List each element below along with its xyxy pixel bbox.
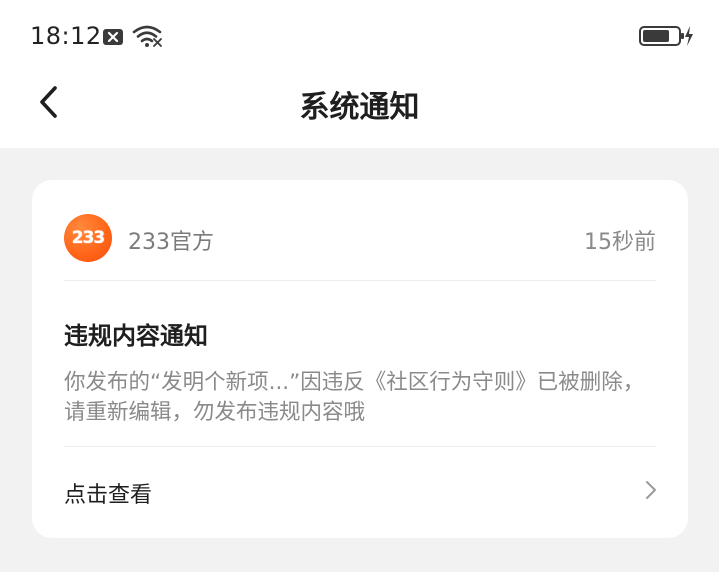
notification-card: 233 233官方 15秒前 违规内容通知 你发布的“发明个新项...”因违反《…	[32, 180, 688, 538]
notification-title: 违规内容通知	[64, 322, 208, 350]
notification-x-icon	[103, 29, 123, 45]
avatar-logo-text: 233	[71, 228, 105, 248]
notification-body: 你发布的“发明个新项...”因违反《社区行为守则》已被删除，请重新编辑，勿发布违…	[64, 370, 645, 425]
view-details-label: 点击查看	[64, 483, 153, 508]
sender-name: 233官方	[128, 230, 214, 255]
battery-charging-icon	[639, 26, 693, 46]
chevron-right-icon	[646, 481, 656, 499]
page-title: 系统通知	[299, 90, 420, 125]
wifi-icon	[132, 25, 162, 47]
view-details-row[interactable]: 点击查看	[32, 447, 688, 538]
status-time: 18:12	[30, 22, 102, 50]
sender-avatar: 233	[64, 214, 112, 262]
nav-bar: 系统通知	[0, 72, 719, 148]
notification-timestamp: 15秒前	[584, 230, 656, 255]
divider	[64, 280, 656, 281]
notification-header: 233 233官方 15秒前	[32, 180, 688, 280]
status-bar: 18:12	[0, 0, 719, 72]
